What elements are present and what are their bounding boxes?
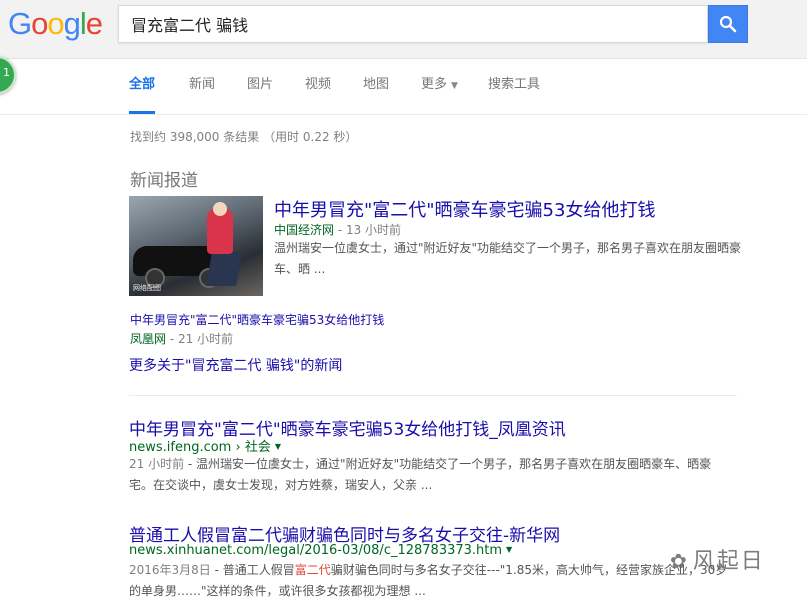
tab-news[interactable]: 新闻 [189,58,215,114]
more-news-link[interactable]: 更多关于"冒充富二代 骗钱"的新闻 [129,355,342,375]
news-source-line: 中国经济网 - 13 小时前 [274,221,401,238]
tab-more[interactable]: 更多 ▼ [421,58,458,114]
tab-search-tools[interactable]: 搜索工具 [488,58,540,114]
tab-videos[interactable]: 视频 [305,58,331,114]
logo-letter: e [85,6,103,41]
logo-letter: o [47,6,64,41]
caret-down-icon[interactable]: ▼ [506,545,512,554]
result-date: 2016年3月8日 [129,563,211,577]
caret-down-icon[interactable]: ▼ [275,442,281,451]
news-time: - 13 小时前 [334,223,402,237]
tab-images[interactable]: 图片 [247,58,273,114]
header-bar: Google [0,0,807,59]
result-url-text: news.xinhuanet.com/legal/2016-03/08/c_12… [129,543,503,558]
result-url[interactable]: news.xinhuanet.com/legal/2016-03/08/c_12… [129,543,512,558]
search-input[interactable] [129,6,703,42]
result-url-text: news.ifeng.com › 社会 [129,440,271,455]
result-snippet-highlight: 富二代 [294,563,331,577]
person-head-shape [213,202,227,216]
person-legs-shape [206,252,242,286]
news-sub-source-name: 凤凰网 [130,332,167,346]
tab-maps[interactable]: 地图 [363,58,389,114]
tab-more-label: 更多 [421,77,448,92]
watermark: ✿ 风起日 [670,543,765,575]
search-button[interactable] [708,5,748,43]
result-snippet: 21 小时前 - 温州瑞安一位虞女士，通过"附近好友"功能结交了一个男子，那名男… [129,454,729,496]
result-snippet: 2016年3月8日 - 普通工人假冒富二代骗财骗色同时与多名女子交往---"1.… [129,560,729,602]
tab-all[interactable]: 全部 [129,58,156,114]
logo-letter: G [8,6,32,41]
caret-down-icon: ▼ [451,81,458,91]
thumbnail-caption: 网络配图 [133,284,161,292]
news-sub-headline-link[interactable]: 中年男冒充"富二代"晒豪车豪宅骗53女给他打钱 [130,311,384,328]
result-url[interactable]: news.ifeng.com › 社会 ▼ [129,436,281,455]
news-snippet: 温州瑞安一位虞女士，通过"附近好友"功能结交了一个男子，那名男子喜欢在朋友圈晒豪… [274,241,742,276]
wechat-icon: ✿ [670,549,689,573]
news-headline-link[interactable]: 中年男冒充"富二代"晒豪车豪宅骗53女给他打钱 [274,196,655,222]
news-section-title: 新闻报道 [130,171,198,191]
result-snippet-text: - 普通工人假冒 [210,563,295,577]
logo-letter: g [63,6,81,41]
logo-letter: o [31,6,48,41]
news-sub-time: - 21 小时前 [166,332,234,346]
news-thumbnail[interactable]: 网络配图 [129,196,263,296]
section-divider [129,395,737,396]
google-logo[interactable]: Google [8,6,103,42]
watermark-text: 风起日 [692,549,765,574]
search-box [118,5,708,43]
search-icon [719,15,737,33]
result-snippet-text: - 温州瑞安一位虞女士，通过"附近好友"功能结交了一个男子，那名男子喜欢在朋友圈… [129,457,712,492]
search-tabs: 全部 新闻 图片 视频 地图 更多 ▼ 搜索工具 [0,58,807,115]
result-date: 21 小时前 [129,457,185,471]
news-source-name: 中国经济网 [274,223,335,237]
news-sub-source-line: 凤凰网 - 21 小时前 [130,330,233,347]
result-stats: 找到约 398,000 条结果 （用时 0.22 秒） [130,130,358,144]
